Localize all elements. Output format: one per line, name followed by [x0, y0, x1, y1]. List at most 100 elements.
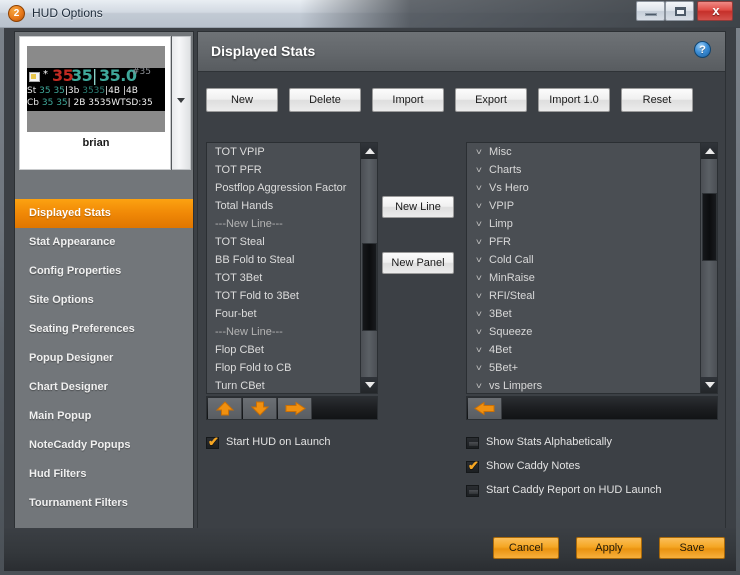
list-item[interactable]: ---New Line--- [207, 215, 360, 233]
displayed-stats-listbox[interactable]: TOT VPIPTOT PFRPostflop Aggression Facto… [206, 142, 378, 394]
save-button[interactable]: Save [659, 537, 725, 559]
chevron-down-icon[interactable]: ˅ [476, 179, 490, 197]
chevron-down-icon[interactable]: ˅ [476, 251, 490, 269]
arrow-up-icon [214, 401, 236, 416]
sidebar-item-config-properties[interactable]: Config Properties [15, 257, 193, 286]
apply-button[interactable]: Apply [576, 537, 642, 559]
chevron-down-icon[interactable] [177, 98, 185, 103]
new-button[interactable]: New [206, 88, 278, 112]
sidebar-item-displayed-stats[interactable]: Displayed Stats [15, 199, 193, 228]
tree-item[interactable]: ˅Misc [467, 143, 696, 161]
sidebar-item-tournament-filters[interactable]: Tournament Filters [15, 489, 193, 518]
hud-stat-overlay[interactable]: * 35 35 | 35.0 #35 St 35 35|3b 3535|4B |… [27, 68, 165, 111]
sidebar-item-hud-filters[interactable]: Hud Filters [15, 460, 193, 489]
list-item[interactable]: Postflop Aggression Factor [207, 179, 360, 197]
list-item[interactable]: TOT VPIP [207, 143, 360, 161]
list-item[interactable]: Flop Fold to CB [207, 359, 360, 377]
preview-scrollbar[interactable] [172, 36, 191, 170]
list-item[interactable]: Turn CBet [207, 377, 360, 394]
chevron-down-icon[interactable]: ˅ [476, 215, 490, 233]
tree-item[interactable]: ˅vs Limpers [467, 377, 696, 394]
tree-item[interactable]: ˅Charts [467, 161, 696, 179]
list-item[interactable]: TOT Steal [207, 233, 360, 251]
minimize-button[interactable] [636, 1, 665, 21]
help-icon[interactable]: ? [694, 41, 711, 58]
chevron-down-icon[interactable]: ˅ [476, 341, 490, 359]
export-button[interactable]: Export [455, 88, 527, 112]
list-item[interactable]: Flop CBet [207, 341, 360, 359]
sidebar-item-stat-appearance[interactable]: Stat Appearance [15, 228, 193, 257]
preview-player-name: brian [20, 137, 172, 149]
sidebar-item-site-options[interactable]: Site Options [15, 286, 193, 315]
maximize-button[interactable] [665, 1, 694, 21]
tree-item-label: Squeeze [489, 326, 532, 338]
arrow-left-button[interactable] [468, 398, 502, 419]
chevron-down-icon[interactable]: ˅ [476, 323, 490, 341]
list-item[interactable]: TOT Fold to 3Bet [207, 287, 360, 305]
import-button[interactable]: Import [372, 88, 444, 112]
arrow-up-button[interactable] [208, 398, 242, 419]
chevron-down-icon[interactable]: ˅ [476, 305, 490, 323]
hud-row-3: Cb 35 35| 2B 3535WTSD:35 [27, 98, 165, 111]
chevron-down-icon[interactable]: ˅ [476, 377, 490, 394]
chevron-down-icon[interactable]: ˅ [476, 143, 490, 161]
list-item[interactable]: ---New Line--- [207, 323, 360, 341]
new-panel-button[interactable]: New Panel [382, 252, 454, 274]
tree-item-label: MinRaise [489, 272, 535, 284]
checkbox-unchecked-icon[interactable] [466, 485, 479, 497]
tree-item[interactable]: ˅Cold Call [467, 251, 696, 269]
scroll-down-icon[interactable] [701, 377, 718, 393]
chevron-down-icon[interactable]: ˅ [476, 233, 490, 251]
arrow-right-button[interactable] [278, 398, 312, 419]
chevron-down-icon[interactable]: ˅ [476, 161, 490, 179]
displayed-stats-scrollbar[interactable] [360, 143, 377, 393]
list-item[interactable]: BB Fold to Steal [207, 251, 360, 269]
list-item[interactable]: Four-bet [207, 305, 360, 323]
hud-preview-region: * 35 35 | 35.0 #35 St 35 35|3b 3535|4B |… [19, 36, 191, 170]
chevron-down-icon[interactable]: ˅ [476, 269, 490, 287]
tree-item[interactable]: ˅RFI/Steal [467, 287, 696, 305]
list-item[interactable]: Total Hands [207, 197, 360, 215]
tree-item[interactable]: ˅Limp [467, 215, 696, 233]
reset-button[interactable]: Reset [621, 88, 693, 112]
checkbox-checked-icon[interactable] [206, 437, 219, 449]
chevron-down-icon[interactable]: ˅ [476, 287, 490, 305]
available-stats-treeview[interactable]: ˅Misc˅Charts˅Vs Hero˅VPIP˅Limp˅PFR˅Cold … [466, 142, 718, 394]
tree-item[interactable]: ˅3Bet [467, 305, 696, 323]
sidebar-item-notecaddy-popups[interactable]: NoteCaddy Popups [15, 431, 193, 460]
delete-button[interactable]: Delete [289, 88, 361, 112]
import-1-0-button[interactable]: Import 1.0 [538, 88, 610, 112]
tree-item[interactable]: ˅Vs Hero [467, 179, 696, 197]
new-line-button[interactable]: New Line [382, 196, 454, 218]
arrow-down-button[interactable] [243, 398, 277, 419]
scrollbar-thumb[interactable] [702, 193, 717, 261]
checkbox-unchecked-icon[interactable] [466, 437, 479, 449]
scroll-down-icon[interactable] [361, 377, 378, 393]
tree-item[interactable]: ˅MinRaise [467, 269, 696, 287]
tree-item[interactable]: ˅4Bet [467, 341, 696, 359]
scroll-up-icon[interactable] [701, 143, 718, 159]
tree-item[interactable]: ˅5Bet+ [467, 359, 696, 377]
tree-item[interactable]: ˅VPIP [467, 197, 696, 215]
hud-options-window: 2 HUD Options x [0, 0, 740, 575]
chevron-down-icon[interactable]: ˅ [476, 359, 490, 377]
tree-item-label: 5Bet+ [489, 362, 518, 374]
tree-item[interactable]: ˅Squeeze [467, 323, 696, 341]
tree-item-label: Cold Call [489, 254, 534, 266]
scroll-up-icon[interactable] [361, 143, 378, 159]
list-item[interactable]: TOT 3Bet [207, 269, 360, 287]
close-button[interactable]: x [697, 1, 733, 21]
sidebar-item-main-popup[interactable]: Main Popup [15, 402, 193, 431]
sidebar-item-chart-designer[interactable]: Chart Designer [15, 373, 193, 402]
sidebar-item-popup-designer[interactable]: Popup Designer [15, 344, 193, 373]
available-stats-scrollbar[interactable] [700, 143, 717, 393]
checkbox-checked-icon[interactable] [466, 461, 479, 473]
list-item[interactable]: TOT PFR [207, 161, 360, 179]
tree-item[interactable]: ˅PFR [467, 233, 696, 251]
chevron-down-icon[interactable]: ˅ [476, 197, 490, 215]
cancel-button[interactable]: Cancel [493, 537, 559, 559]
hud-preview-card[interactable]: * 35 35 | 35.0 #35 St 35 35|3b 3535|4B |… [19, 36, 171, 170]
scrollbar-thumb[interactable] [362, 243, 377, 331]
sidebar-item-seating-preferences[interactable]: Seating Preferences [15, 315, 193, 344]
hud-color-swatch [29, 72, 40, 82]
